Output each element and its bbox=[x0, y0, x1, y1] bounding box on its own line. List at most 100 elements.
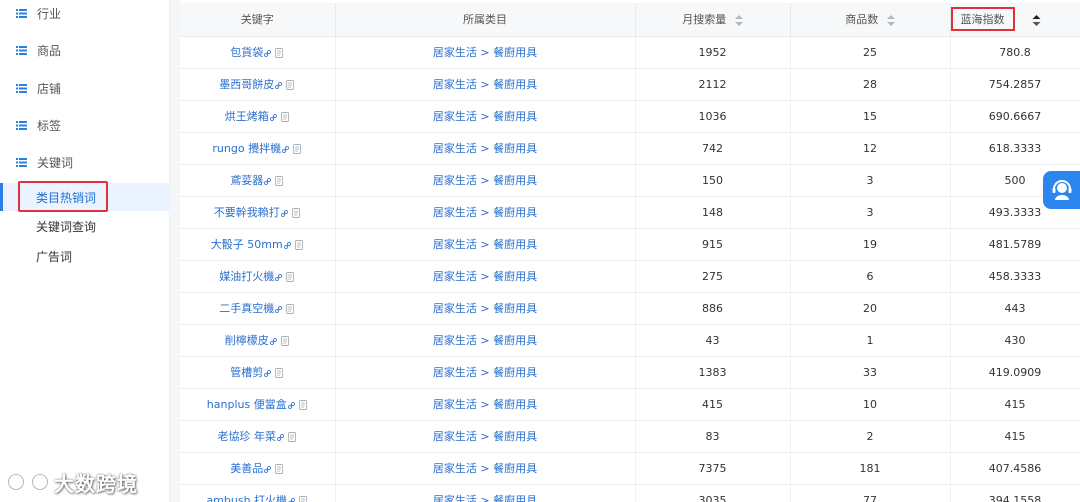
keyword-link[interactable]: rungo 攪拌機 bbox=[212, 142, 281, 155]
category-link[interactable]: 居家生活 > 餐廚用具 bbox=[433, 494, 537, 502]
copy-icon[interactable] bbox=[291, 208, 301, 218]
sidebar-item-keywords[interactable]: 关键词 bbox=[0, 150, 170, 174]
sidebar-subitem-ad-words[interactable]: 广告词 bbox=[0, 244, 170, 268]
category-link[interactable]: 居家生活 > 餐廚用具 bbox=[433, 206, 537, 219]
keyword-link[interactable]: 大骰子 50mm bbox=[211, 238, 283, 251]
link-icon[interactable] bbox=[287, 401, 295, 409]
category-link[interactable]: 居家生活 > 餐廚用具 bbox=[433, 462, 537, 475]
sort-icon[interactable] bbox=[1032, 14, 1041, 26]
sidebar-item-products[interactable]: 商品 bbox=[0, 38, 170, 62]
category-link[interactable]: 居家生活 > 餐廚用具 bbox=[433, 430, 537, 443]
category-link[interactable]: 居家生活 > 餐廚用具 bbox=[433, 78, 537, 91]
sidebar-item-industry[interactable]: 行业 bbox=[0, 1, 170, 25]
link-icon[interactable] bbox=[264, 49, 272, 57]
copy-icon[interactable] bbox=[275, 464, 284, 474]
table-row: 不要幹我賴打 居家生活 > 餐廚用具 148 3 493.3333 bbox=[180, 196, 1080, 229]
copy-icon[interactable] bbox=[299, 496, 308, 502]
copy-icon[interactable] bbox=[275, 176, 284, 186]
category-cell: 居家生活 > 餐廚用具 bbox=[335, 100, 636, 133]
copy-icon[interactable] bbox=[286, 80, 295, 90]
column-header-product-count[interactable]: 商品数 bbox=[790, 3, 951, 37]
category-cell: 居家生活 > 餐廚用具 bbox=[335, 68, 636, 101]
link-icon[interactable] bbox=[264, 465, 272, 473]
copy-icon[interactable] bbox=[298, 400, 308, 410]
keyword-link[interactable]: ambush 打火機 bbox=[206, 494, 287, 502]
keyword-link[interactable]: 不要幹我賴打 bbox=[214, 206, 280, 219]
sort-icon[interactable] bbox=[734, 14, 743, 26]
link-icon[interactable] bbox=[282, 145, 290, 153]
category-link[interactable]: 居家生活 > 餐廚用具 bbox=[433, 110, 537, 123]
table-row: 二手真空機 居家生活 > 餐廚用具 886 20 443 bbox=[180, 292, 1080, 325]
keyword-link[interactable]: 二手真空機 bbox=[219, 302, 274, 315]
keyword-link[interactable]: 削檸檬皮 bbox=[225, 334, 269, 347]
link-icon[interactable] bbox=[275, 273, 283, 281]
sidebar-item-tags[interactable]: 标签 bbox=[0, 113, 170, 137]
sidebar-subitem-label: 广告词 bbox=[36, 249, 73, 264]
category-link[interactable]: 居家生活 > 餐廚用具 bbox=[433, 334, 537, 347]
link-icon[interactable] bbox=[288, 497, 296, 502]
keyword-cell: ambush 打火機 bbox=[180, 484, 336, 502]
copy-icon[interactable] bbox=[286, 272, 295, 282]
keyword-link[interactable]: 美善品 bbox=[230, 462, 263, 475]
link-icon[interactable] bbox=[283, 241, 291, 249]
link-icon[interactable] bbox=[269, 113, 277, 121]
sidebar-item-label: 关键词 bbox=[37, 155, 74, 170]
sort-icon[interactable] bbox=[886, 14, 895, 26]
keyword-link[interactable]: 老協珍 年菜 bbox=[218, 430, 277, 443]
link-icon[interactable] bbox=[269, 337, 277, 345]
keyword-link[interactable]: 烘王烤箱 bbox=[225, 110, 269, 123]
category-link[interactable]: 居家生活 > 餐廚用具 bbox=[433, 174, 537, 187]
copy-icon[interactable] bbox=[293, 144, 302, 154]
category-link[interactable]: 居家生活 > 餐廚用具 bbox=[433, 302, 537, 315]
category-cell: 居家生活 > 餐廚用具 bbox=[335, 420, 636, 453]
link-icon[interactable] bbox=[280, 209, 288, 217]
copy-icon[interactable] bbox=[294, 240, 304, 250]
category-link[interactable]: 居家生活 > 餐廚用具 bbox=[433, 238, 537, 251]
blue-ocean-index-cell: 407.4586 bbox=[950, 452, 1080, 485]
blue-ocean-index-cell: 415 bbox=[950, 388, 1080, 421]
monthly-searches-cell: 915 bbox=[635, 228, 791, 261]
product-count-cell: 181 bbox=[790, 452, 951, 485]
sidebar-item-label: 标签 bbox=[37, 118, 62, 133]
keyword-link[interactable]: hanplus 便當盒 bbox=[207, 398, 287, 411]
link-icon[interactable] bbox=[264, 369, 272, 377]
keyword-link[interactable]: 包貨袋 bbox=[230, 46, 263, 59]
monthly-searches-cell: 7375 bbox=[635, 452, 791, 485]
product-count-cell: 77 bbox=[790, 484, 951, 502]
copy-icon[interactable] bbox=[275, 48, 284, 58]
column-header-blue-ocean-index[interactable]: 蓝海指数 bbox=[950, 3, 1080, 37]
category-link[interactable]: 居家生活 > 餐廚用具 bbox=[433, 270, 537, 283]
sidebar-item-shops[interactable]: 店铺 bbox=[0, 76, 170, 100]
customer-service-button[interactable] bbox=[1043, 171, 1080, 209]
column-header-monthly-searches[interactable]: 月搜索量 bbox=[635, 3, 791, 37]
copy-icon[interactable] bbox=[280, 336, 290, 346]
link-icon[interactable] bbox=[277, 433, 284, 441]
link-icon[interactable] bbox=[275, 81, 283, 89]
table-row: 烘王烤箱 居家生活 > 餐廚用具 1036 15 690.6667 bbox=[180, 100, 1080, 133]
copy-icon[interactable] bbox=[288, 432, 297, 442]
active-indicator bbox=[0, 183, 3, 211]
blue-ocean-index-cell: 394.1558 bbox=[950, 484, 1080, 502]
watermark-text: 大数跨境 bbox=[54, 471, 138, 496]
category-link[interactable]: 居家生活 > 餐廚用具 bbox=[433, 142, 537, 155]
column-header-keyword: 关键字 bbox=[180, 3, 336, 37]
link-icon[interactable] bbox=[275, 305, 283, 313]
category-link[interactable]: 居家生活 > 餐廚用具 bbox=[433, 46, 537, 59]
monthly-searches-cell: 1952 bbox=[635, 36, 791, 69]
sidebar-item-label: 商品 bbox=[37, 43, 62, 58]
monthly-searches-cell: 1036 bbox=[635, 100, 791, 133]
category-link[interactable]: 居家生活 > 餐廚用具 bbox=[433, 366, 537, 379]
copy-icon[interactable] bbox=[275, 368, 284, 378]
copy-icon[interactable] bbox=[280, 112, 290, 122]
keyword-cell: 二手真空機 bbox=[180, 292, 336, 325]
sidebar-subitem-keyword-query[interactable]: 关键词查询 bbox=[0, 214, 170, 238]
keyword-link[interactable]: 鳶荽器 bbox=[230, 174, 263, 187]
link-icon[interactable] bbox=[264, 177, 272, 185]
copy-icon[interactable] bbox=[286, 304, 295, 314]
keyword-link[interactable]: 管槽剪 bbox=[230, 366, 263, 379]
customer-service-icon bbox=[1052, 180, 1071, 200]
category-link[interactable]: 居家生活 > 餐廚用具 bbox=[433, 398, 537, 411]
keyword-link[interactable]: 墨西哥餅皮 bbox=[219, 78, 274, 91]
watermark-logo-icon bbox=[8, 474, 48, 490]
keyword-link[interactable]: 媒油打火機 bbox=[219, 270, 274, 283]
